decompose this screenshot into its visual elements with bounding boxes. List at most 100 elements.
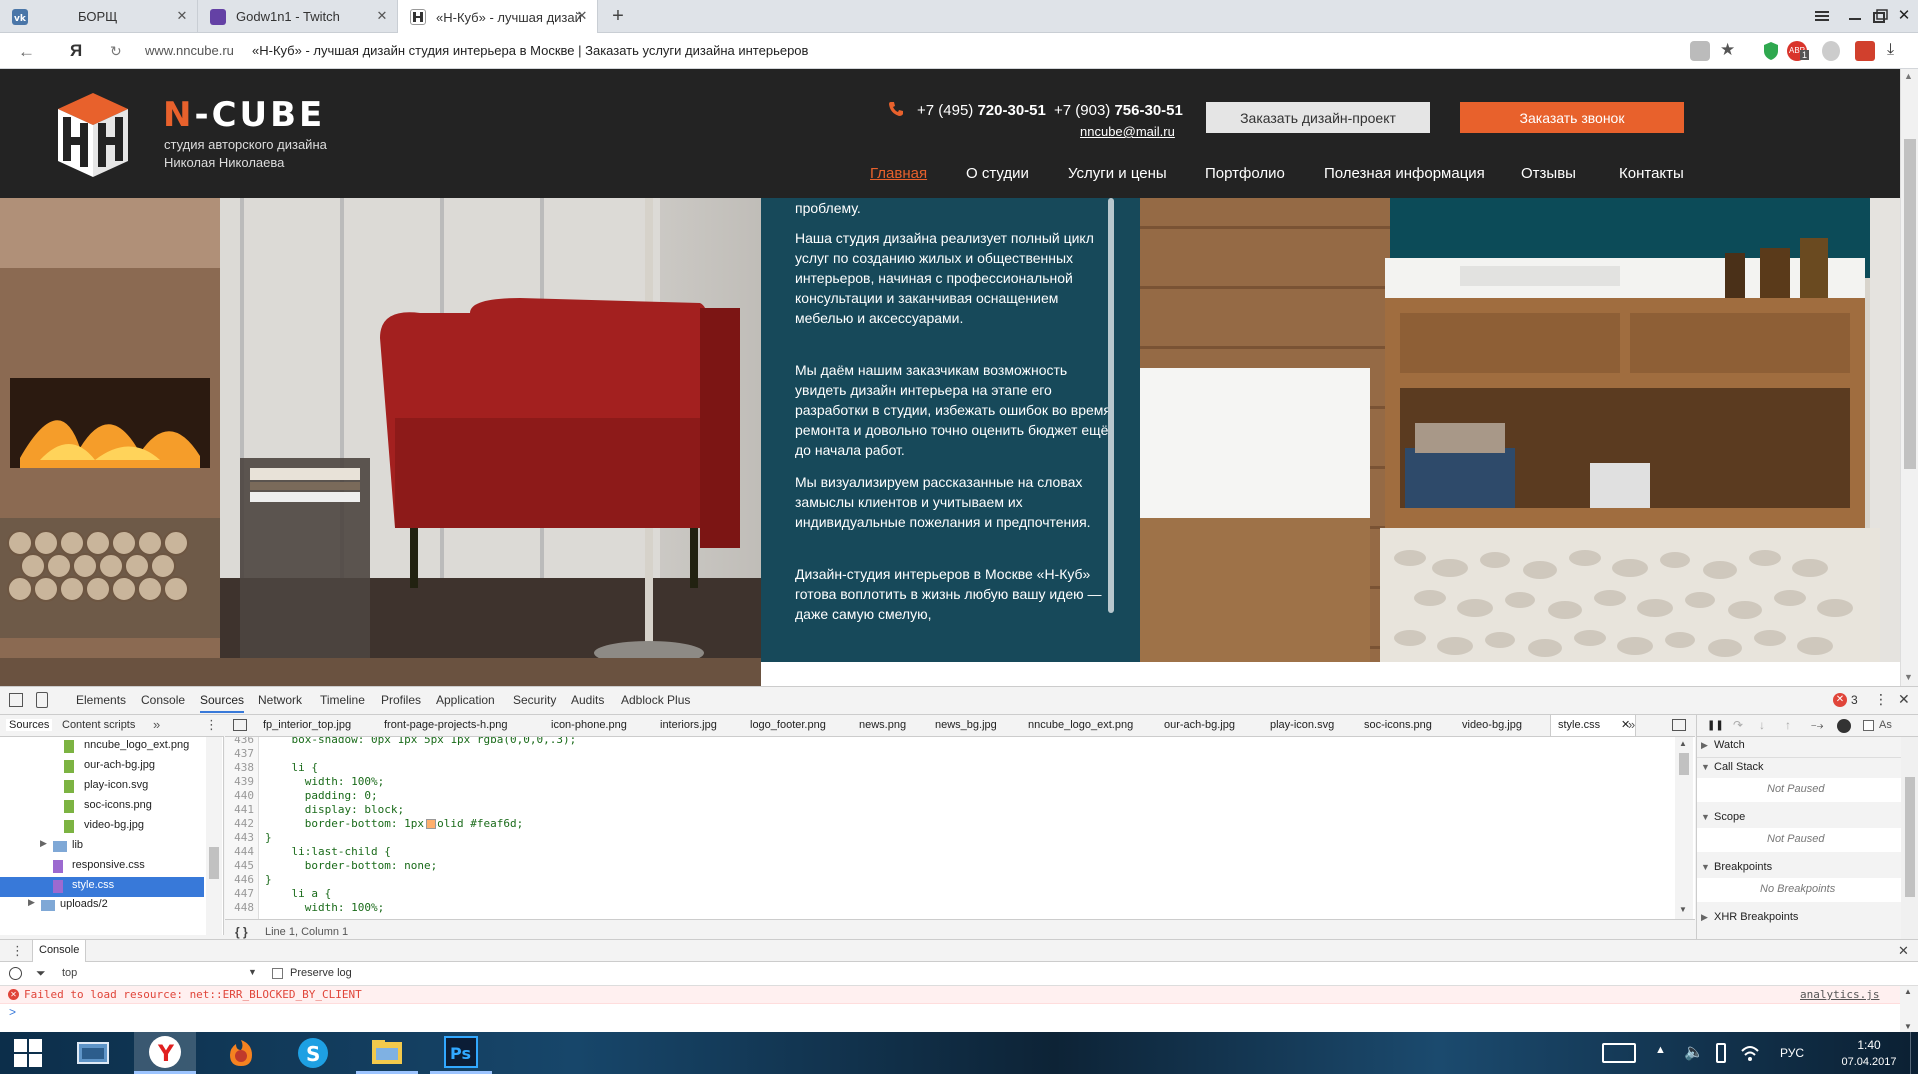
address-domain[interactable]: www.nncube.ru: [145, 43, 234, 58]
watch-section[interactable]: Watch: [1714, 739, 1745, 751]
menu-icon[interactable]: [1813, 8, 1831, 24]
windows-start-button[interactable]: [0, 1032, 56, 1074]
expand-arrow-icon[interactable]: ▶: [40, 838, 47, 849]
panel-scrollbar[interactable]: [1108, 198, 1114, 613]
ncube-logo-mark[interactable]: [38, 87, 148, 187]
console-scrollbar[interactable]: ▲ ▼: [1900, 986, 1918, 1034]
tab-borsch[interactable]: vk БОРЩ ✕: [0, 0, 198, 33]
tree-item[interactable]: uploads/2: [60, 898, 108, 910]
minimize-icon[interactable]: [1846, 8, 1864, 24]
close-window-icon[interactable]: ✕: [1895, 8, 1913, 24]
color-swatch[interactable]: [426, 819, 436, 829]
preserve-log-checkbox[interactable]: [272, 968, 283, 979]
scope-section[interactable]: Scope: [1714, 811, 1745, 823]
tree-item[interactable]: video-bg.jpg: [84, 819, 144, 831]
tab-sources-nav[interactable]: Sources: [6, 719, 53, 731]
async-checkbox[interactable]: [1863, 720, 1874, 731]
clear-console-icon[interactable]: [9, 967, 22, 980]
scroll-up-icon[interactable]: ▲: [1904, 987, 1912, 996]
close-icon[interactable]: ✕: [175, 9, 189, 23]
shield-icon[interactable]: [1762, 41, 1780, 61]
tab-elements[interactable]: Elements: [76, 687, 126, 713]
battery-icon[interactable]: [1716, 1043, 1726, 1063]
order-design-button[interactable]: Заказать дизайн-проект: [1206, 102, 1430, 133]
close-devtools-icon[interactable]: ✕: [1898, 691, 1910, 708]
order-call-button[interactable]: Заказать звонок: [1460, 102, 1684, 133]
editor-scrollbar[interactable]: ▲ ▼: [1675, 737, 1693, 919]
page-scrollbar[interactable]: ▲ ▼: [1900, 69, 1918, 686]
file-tab[interactable]: fp_interior_top.jpg: [263, 719, 351, 731]
download-icon[interactable]: ⤓: [1887, 41, 1905, 61]
file-tab[interactable]: logo_footer.png: [750, 719, 826, 731]
close-icon[interactable]: ✕: [575, 9, 589, 23]
console-prompt[interactable]: >: [9, 1005, 16, 1019]
scroll-down-icon[interactable]: ▼: [1904, 1022, 1912, 1031]
collapse-arrow-icon[interactable]: ▶: [1701, 912, 1708, 923]
volume-icon[interactable]: 🔈: [1684, 1042, 1704, 1062]
phone-2[interactable]: +7 (903) 756-30-51: [1054, 102, 1183, 119]
clock-date[interactable]: 07.04.2017: [1834, 1056, 1904, 1068]
email-link[interactable]: nncube@mail.ru: [1080, 124, 1175, 139]
file-tab[interactable]: icon-phone.png: [551, 719, 627, 731]
tree-item[interactable]: soc-icons.png: [84, 799, 152, 811]
device-mode-icon[interactable]: [36, 692, 48, 708]
navigator-menu-icon[interactable]: ⋮: [205, 717, 218, 733]
tree-item[interactable]: our-ach-bg.jpg: [84, 759, 155, 771]
tab-timeline[interactable]: Timeline: [320, 687, 365, 713]
bookmark-star-icon[interactable]: ★: [1720, 40, 1735, 60]
console-tab[interactable]: Console: [32, 940, 87, 962]
tab-profiles[interactable]: Profiles: [381, 687, 421, 713]
tree-scrollbar-thumb[interactable]: [209, 847, 219, 879]
pretty-print-icon[interactable]: { }: [235, 925, 248, 939]
photoshop-icon[interactable]: Ps: [430, 1032, 492, 1074]
task-view-icon[interactable]: [62, 1032, 124, 1074]
step-out-icon[interactable]: ↑: [1785, 718, 1791, 732]
tab-ncube[interactable]: «Н-Куб» - лучшая дизай ✕: [398, 0, 598, 34]
file-explorer-icon[interactable]: [356, 1032, 418, 1074]
restore-icon[interactable]: [1871, 8, 1889, 24]
expand-arrow-icon[interactable]: ▼: [1701, 862, 1710, 872]
scroll-down-icon[interactable]: ▼: [1679, 905, 1687, 914]
more-options-icon[interactable]: ⋮: [1874, 691, 1888, 708]
file-tab[interactable]: news.png: [859, 719, 906, 731]
breakpoints-section[interactable]: Breakpoints: [1714, 861, 1772, 873]
nav-item-home[interactable]: Главная: [870, 165, 927, 182]
close-icon[interactable]: ✕: [375, 9, 389, 23]
translate-icon[interactable]: [1690, 41, 1710, 61]
filter-icon[interactable]: ⏷: [36, 966, 46, 981]
expand-arrow-icon[interactable]: ▶: [28, 897, 35, 908]
tab-audits[interactable]: Audits: [571, 687, 604, 713]
file-tab[interactable]: front-page-projects-h.png: [384, 719, 508, 731]
back-arrow-icon[interactable]: ←: [18, 42, 38, 61]
nav-item-reviews[interactable]: Отзывы: [1521, 165, 1576, 182]
call-stack-section[interactable]: Call Stack: [1714, 761, 1764, 773]
scroll-up-icon[interactable]: ▲: [1904, 71, 1913, 81]
extension-icon[interactable]: [1855, 41, 1875, 61]
more-files-icon[interactable]: »: [1628, 717, 1635, 732]
tree-item[interactable]: nncube_logo_ext.png: [84, 739, 189, 751]
editor-scrollbar-thumb[interactable]: [1679, 753, 1689, 775]
tree-scrollbar[interactable]: [206, 737, 222, 955]
file-tab[interactable]: interiors.jpg: [660, 719, 717, 731]
sidebar-scrollbar[interactable]: [1901, 737, 1918, 955]
toggle-debugger-icon[interactable]: [1672, 719, 1686, 731]
extension-icon[interactable]: [1822, 41, 1840, 61]
tab-adblock-plus[interactable]: Adblock Plus: [621, 687, 690, 713]
phone-1[interactable]: +7 (495) 720-30-51: [917, 102, 1046, 119]
tab-sources[interactable]: Sources: [200, 687, 245, 713]
yandex-browser-icon[interactable]: Y: [134, 1032, 196, 1074]
error-icon[interactable]: ✕: [1833, 693, 1847, 707]
nav-item-about[interactable]: О студии: [966, 165, 1029, 182]
close-drawer-icon[interactable]: ✕: [1898, 943, 1909, 959]
collapse-arrow-icon[interactable]: ▶: [1701, 740, 1708, 751]
tree-item[interactable]: play-icon.svg: [84, 779, 148, 791]
expand-arrow-icon[interactable]: ▼: [1701, 812, 1710, 822]
file-tab[interactable]: play-icon.svg: [1270, 719, 1334, 731]
tree-item[interactable]: lib: [72, 839, 83, 851]
new-tab-button[interactable]: +: [606, 4, 630, 28]
drawer-menu-icon[interactable]: ⋮: [11, 943, 24, 959]
more-tabs-icon[interactable]: »: [153, 717, 160, 732]
tab-console[interactable]: Console: [141, 687, 185, 713]
nav-item-info[interactable]: Полезная информация: [1324, 165, 1485, 182]
clock-time[interactable]: 1:40: [1834, 1038, 1904, 1052]
